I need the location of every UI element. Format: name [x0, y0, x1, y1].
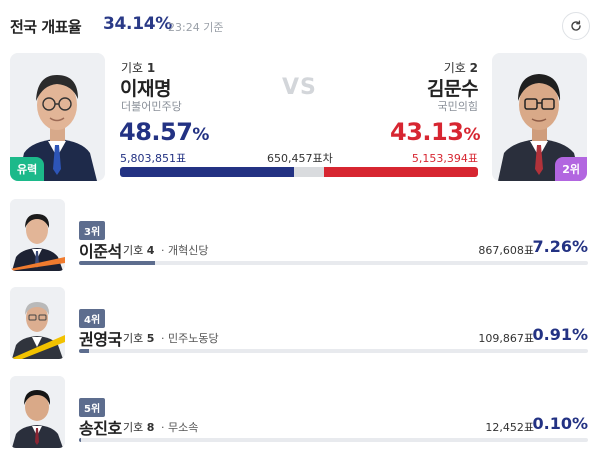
- candidate-share-fill: [79, 261, 156, 265]
- candidate-share-fill: [79, 349, 89, 353]
- candidate-number: 기호 5: [123, 332, 155, 345]
- candidate2-party: 국민의힘: [437, 100, 478, 113]
- candidate-photo: [10, 199, 65, 271]
- candidate-row[interactable]: 3위 이준석 기호 4 · 개혁신당 867,608표 7.26%: [10, 199, 588, 275]
- candidate1-party: 더불어민주당: [121, 100, 182, 113]
- candidate-name: 권영국: [79, 330, 122, 349]
- candidate-row[interactable]: 4위 권영국 기호 5 · 민주노동당 109,867표 0.91%: [10, 287, 588, 363]
- candidate-number: 기호 4: [123, 244, 155, 257]
- candidate2-name: 김문수: [427, 78, 478, 100]
- candidate1-name: 이재명: [120, 78, 171, 100]
- candidate-votes: 867,608표: [478, 244, 534, 257]
- vote-gap: 650,457표차: [267, 152, 333, 165]
- candidate-party: · 개혁신당: [161, 244, 209, 257]
- candidate-name: 송진호: [79, 419, 122, 438]
- candidate-votes: 12,452표: [485, 421, 534, 434]
- candidate-share-fill: [79, 438, 81, 442]
- refresh-button[interactable]: [562, 12, 590, 40]
- vs-label: VS: [282, 75, 317, 100]
- count-rate-value: 34.14%: [103, 14, 173, 34]
- candidate-percent: 0.91%: [532, 325, 588, 344]
- candidate-name: 이준석: [79, 242, 122, 261]
- candidate2-votes: 5,153,394표: [411, 152, 478, 165]
- lead-badge: 유력: [10, 157, 45, 181]
- count-time: 23:24 기준: [168, 21, 224, 34]
- candidate2-share-fill: [323, 167, 478, 177]
- candidate2-photo: 2위: [492, 53, 587, 181]
- results-header: 전국 개표율 34.14% 23:24 기준: [10, 10, 590, 40]
- candidate1-photo: 유력: [10, 53, 105, 181]
- candidate2-percent: 43.13%: [390, 118, 480, 146]
- refresh-icon: [571, 20, 581, 31]
- candidate-party: · 무소속: [161, 421, 199, 434]
- count-rate-title: 전국 개표율: [10, 18, 82, 36]
- second-place-badge: 2위: [555, 157, 587, 181]
- candidate-percent: 7.26%: [532, 237, 588, 256]
- candidate-row[interactable]: 5위 송진호 기호 8 · 무소속 12,452표 0.10%: [10, 376, 588, 452]
- candidate-photo: [10, 287, 65, 359]
- candidate-share-bar: [79, 349, 588, 353]
- candidate-share-bar: [79, 261, 588, 265]
- candidate-share-bar: [79, 438, 588, 442]
- candidate1-votes: 5,803,851표: [120, 152, 187, 165]
- candidate-party: · 민주노동당: [161, 332, 219, 345]
- candidate-number: 기호 8: [123, 421, 155, 434]
- vote-share-bar: [120, 167, 478, 177]
- candidate1-share-fill: [120, 167, 294, 177]
- candidate-photo: [10, 376, 65, 448]
- candidate1-percent: 48.57%: [119, 118, 209, 146]
- candidate-percent: 0.10%: [532, 414, 588, 433]
- candidate-votes: 109,867표: [478, 332, 534, 345]
